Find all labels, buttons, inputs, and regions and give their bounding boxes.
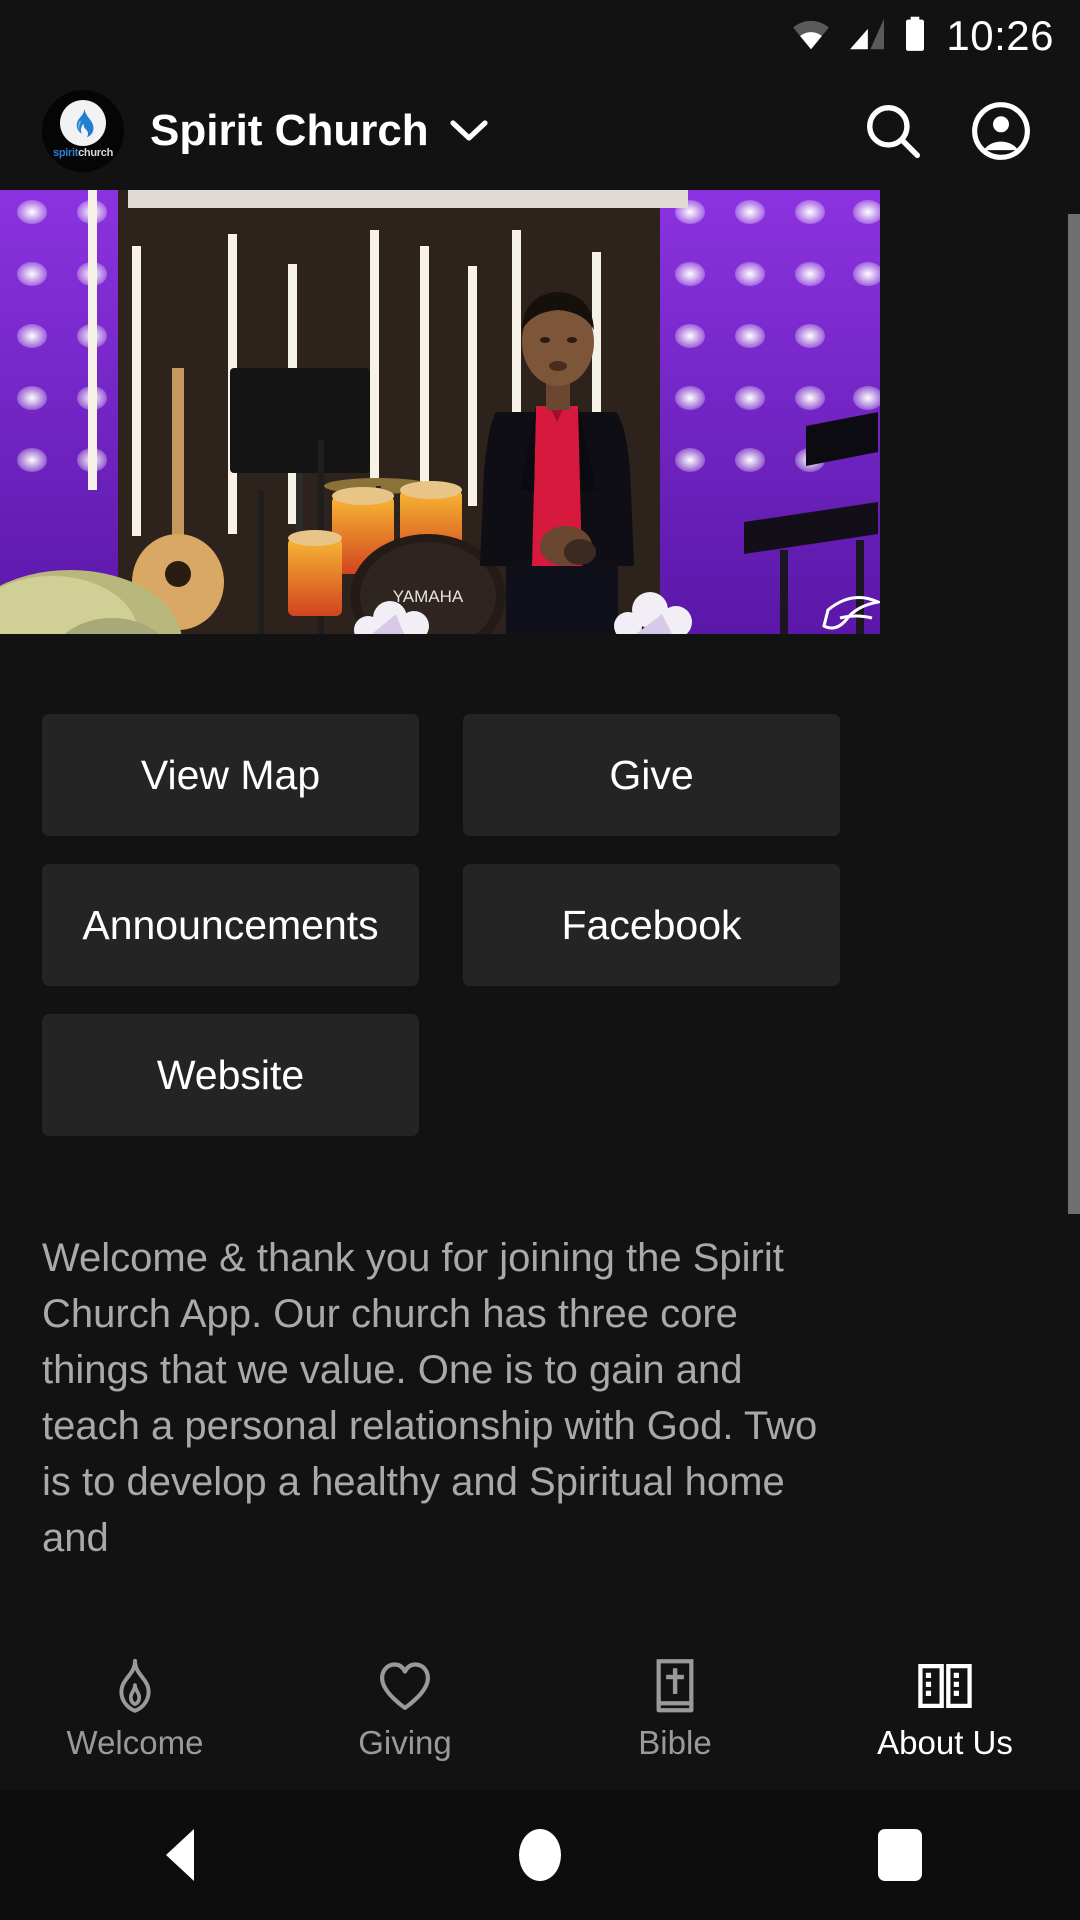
status-bar-clock: 10:26 bbox=[946, 12, 1054, 59]
announcements-label: Announcements bbox=[82, 901, 379, 948]
church-logo[interactable]: spiritchurch bbox=[42, 90, 124, 172]
website-button[interactable]: Website bbox=[42, 1014, 419, 1136]
view-map-label: View Map bbox=[140, 751, 321, 798]
quick-links-row-2: Announcements Facebook bbox=[0, 864, 880, 986]
bottom-tab-bar: Welcome Giving Bible About Us bbox=[0, 1630, 1080, 1790]
back-triangle-icon[interactable] bbox=[100, 1790, 260, 1920]
account-circle-icon[interactable] bbox=[964, 94, 1038, 168]
tab-welcome-label: Welcome bbox=[66, 1724, 204, 1761]
status-bar: 10:26 bbox=[0, 0, 1080, 72]
app-header: spiritchurch Spirit Church bbox=[0, 72, 1080, 190]
vertical-scrollbar[interactable] bbox=[1068, 190, 1080, 1630]
battery-icon bbox=[902, 16, 928, 57]
logo-word-spirit: spirit bbox=[53, 146, 79, 159]
phone-screen: 10:26 spiritchurch Spirit Church YAMAHA … bbox=[0, 0, 1080, 1920]
flame-icon bbox=[109, 1658, 161, 1714]
view-map-button[interactable]: View Map bbox=[42, 714, 419, 836]
android-nav-bar bbox=[0, 1790, 1080, 1920]
chevron-down-icon[interactable] bbox=[449, 118, 489, 144]
flame-logo-icon bbox=[60, 99, 106, 146]
facebook-button[interactable]: Facebook bbox=[463, 864, 840, 986]
facebook-label: Facebook bbox=[561, 901, 742, 948]
tab-bible-label: Bible bbox=[638, 1724, 712, 1761]
tab-giving-label: Giving bbox=[358, 1724, 452, 1761]
open-book-icon bbox=[916, 1658, 974, 1714]
search-icon[interactable] bbox=[856, 94, 930, 168]
tab-bible[interactable]: Bible bbox=[540, 1630, 810, 1790]
quick-links-row-3: Website bbox=[0, 1014, 880, 1136]
cellular-signal-icon bbox=[846, 17, 888, 56]
quick-links-row-1: View Map Give bbox=[0, 714, 880, 836]
tab-about-us-label: About Us bbox=[877, 1724, 1013, 1761]
scroll-content[interactable]: YAMAHA View Map Give Announcements Faceb… bbox=[0, 190, 1080, 1630]
bible-book-icon bbox=[650, 1658, 700, 1714]
tab-about-us[interactable]: About Us bbox=[810, 1630, 1080, 1790]
page-title: Spirit Church bbox=[150, 106, 429, 155]
scrollbar-thumb[interactable] bbox=[1068, 214, 1080, 1214]
svg-text:YAMAHA: YAMAHA bbox=[393, 587, 464, 606]
hero-image[interactable]: YAMAHA bbox=[0, 190, 880, 634]
tab-giving[interactable]: Giving bbox=[270, 1630, 540, 1790]
announcements-button[interactable]: Announcements bbox=[42, 864, 419, 986]
tab-welcome[interactable]: Welcome bbox=[0, 1630, 270, 1790]
home-circle-icon[interactable] bbox=[460, 1790, 620, 1920]
heart-icon bbox=[377, 1658, 433, 1714]
website-label: Website bbox=[156, 1051, 305, 1098]
welcome-paragraph: Welcome & thank you for joining the Spir… bbox=[42, 1236, 818, 1560]
status-bar-icons bbox=[790, 16, 928, 57]
give-button[interactable]: Give bbox=[463, 714, 840, 836]
wifi-icon bbox=[790, 17, 832, 56]
logo-wordmark: spiritchurch bbox=[53, 146, 113, 159]
quick-links-grid: View Map Give Announcements Facebook Web… bbox=[0, 714, 880, 1164]
logo-word-church: church bbox=[78, 146, 113, 159]
give-label: Give bbox=[609, 751, 694, 798]
recents-square-icon[interactable] bbox=[820, 1790, 980, 1920]
